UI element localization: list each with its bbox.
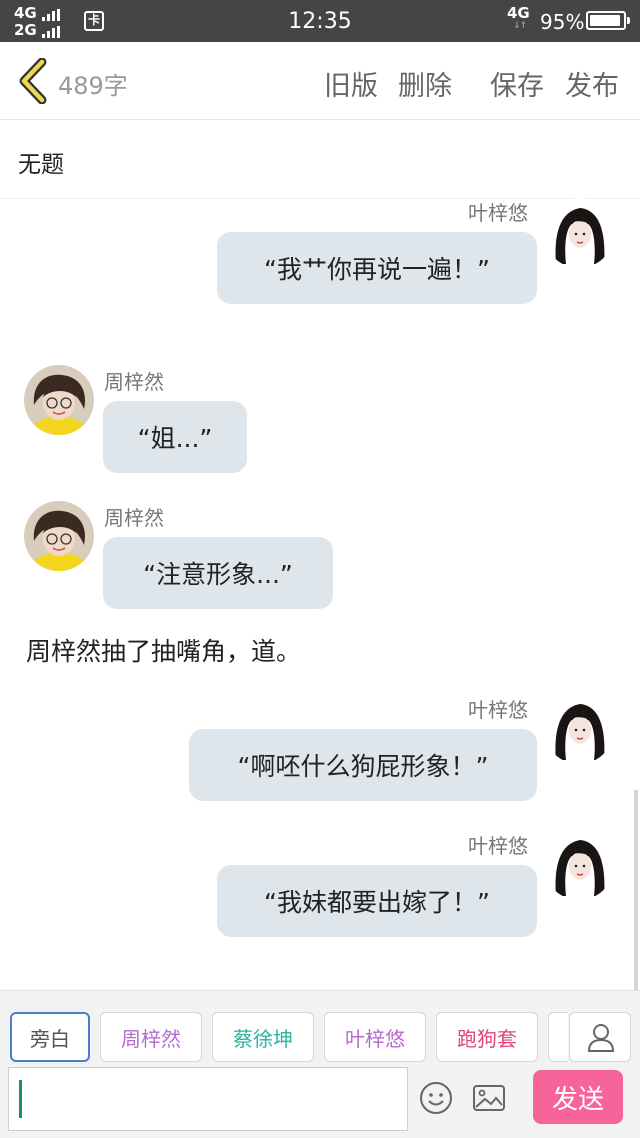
back-button[interactable] <box>16 57 50 105</box>
image-button[interactable] <box>471 1080 507 1116</box>
message-input[interactable] <box>8 1067 408 1131</box>
avatar[interactable] <box>544 830 614 900</box>
battery-icon <box>586 11 630 30</box>
text-caret <box>19 1080 22 1118</box>
word-count: 489字 <box>58 72 128 100</box>
speaker-name: 叶梓悠 <box>468 201 528 225</box>
narration-text[interactable]: 周梓然抽了抽嘴角，道。 <box>26 632 301 668</box>
avatar-girl-icon <box>555 208 605 264</box>
data-arrows-icon: ↓↑ <box>513 21 527 31</box>
image-icon <box>473 1085 505 1111</box>
role-tag-label: 跑狗套 <box>457 1026 517 1051</box>
avatar[interactable] <box>544 198 614 268</box>
speaker-name: 周梓然 <box>104 506 164 530</box>
scrollbar[interactable] <box>634 790 638 990</box>
emoji-button[interactable] <box>418 1080 454 1116</box>
role-tag-label: 蔡徐坤 <box>233 1026 293 1051</box>
avatar-girl-icon <box>24 501 94 571</box>
message-bubble[interactable]: “我艹你再说一遍！” <box>217 232 537 304</box>
role-tag-label: 叶梓悠 <box>345 1026 405 1051</box>
speaker-name: 周梓然 <box>104 370 164 394</box>
message-bubble[interactable]: “注意形象...” <box>103 537 333 609</box>
message-bubble[interactable]: “我妹都要出嫁了！” <box>217 865 537 937</box>
chevron-left-icon <box>19 57 47 105</box>
message-bubble[interactable]: “啊呸什么狗屁形象！” <box>189 729 537 801</box>
avatar[interactable] <box>24 501 94 571</box>
role-tag-label: 周梓然 <box>121 1026 181 1051</box>
speaker-name: 叶梓悠 <box>468 834 528 858</box>
person-icon <box>587 1024 615 1052</box>
avatar-girl-icon <box>24 365 94 435</box>
speaker-name: 叶梓悠 <box>468 698 528 722</box>
role-tag[interactable]: 跑狗套 <box>436 1012 538 1062</box>
avatar[interactable] <box>24 365 94 435</box>
role-tag-label: 旁白 <box>30 1026 70 1051</box>
doc-title[interactable]: 无题 <box>18 145 64 179</box>
smiley-icon <box>420 1082 452 1114</box>
publish-button[interactable]: 发布 <box>565 64 619 103</box>
manage-roles-button[interactable] <box>569 1012 631 1062</box>
role-tag[interactable]: 蔡徐坤 <box>212 1012 314 1062</box>
delete-button[interactable]: 删除 <box>398 64 452 103</box>
role-tag-narrator[interactable]: 旁白 <box>10 1012 90 1062</box>
editor-header: 489字 旧版 删除 保存 发布 <box>0 42 640 120</box>
status-bar: 4G 2G 卡 12:35 4G ↓↑ 95% <box>0 0 640 42</box>
send-button[interactable]: 发送 <box>533 1070 623 1124</box>
title-bar: 无题 <box>0 121 640 199</box>
avatar-girl-icon <box>555 704 605 760</box>
message-bubble[interactable]: “姐...” <box>103 401 247 473</box>
network-indicator: 4G ↓↑ <box>507 4 530 31</box>
role-tag-partial[interactable] <box>548 1012 568 1062</box>
battery-percent: 95% <box>540 10 585 34</box>
network-label: 4G <box>507 4 530 22</box>
avatar[interactable] <box>544 694 614 764</box>
old-version-button[interactable]: 旧版 <box>324 64 378 103</box>
role-tag[interactable]: 叶梓悠 <box>324 1012 426 1062</box>
avatar-girl-icon <box>555 840 605 896</box>
role-tag[interactable]: 周梓然 <box>100 1012 202 1062</box>
save-button[interactable]: 保存 <box>490 64 544 103</box>
